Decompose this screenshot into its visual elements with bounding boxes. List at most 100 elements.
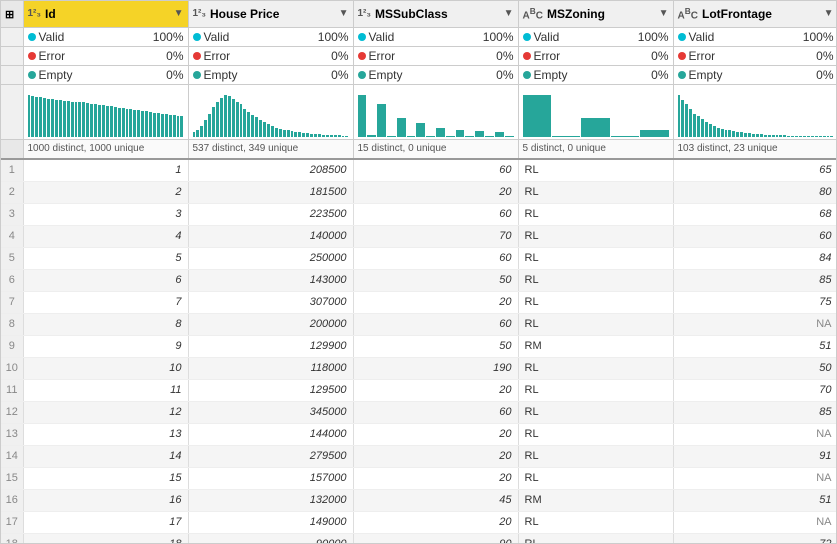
error-label-id: Error <box>39 49 151 63</box>
data-cell: 50 <box>673 357 837 379</box>
data-cell: 51 <box>673 335 837 357</box>
data-cell: 3 <box>23 203 188 225</box>
row-num-header: ⊞ <box>1 1 23 27</box>
data-cell: 307000 <box>188 291 353 313</box>
chart-lotfrontage <box>673 84 837 139</box>
stats-valid-row: Valid 100% Valid 100% Valid 100% <box>1 27 837 46</box>
table-row: 4414000070RL60 <box>1 225 837 247</box>
valid-dot-id <box>28 33 36 41</box>
valid-pct-subclass: 100% <box>483 30 514 44</box>
data-cell: RL <box>518 159 673 181</box>
table-row: 18189000090RL72 <box>1 533 837 544</box>
valid-label-id: Valid <box>39 30 150 44</box>
empty-pct-price: 0% <box>319 68 349 82</box>
table-row: 111112950020RL70 <box>1 379 837 401</box>
data-cell: RL <box>518 247 673 269</box>
data-cell: 20 <box>353 423 518 445</box>
col-name-id: Id <box>45 7 174 21</box>
col-type-houseprice: 1²₃ <box>193 8 207 19</box>
row-number: 11 <box>1 379 23 401</box>
column-header-lotfrontage[interactable]: ABC LotFrontage ▼ <box>673 1 837 27</box>
column-header-mszoning[interactable]: ABC MSZoning ▼ <box>518 1 673 27</box>
row-number: 18 <box>1 533 23 544</box>
data-cell: 70 <box>353 225 518 247</box>
zoning-valid-stat: Valid 100% <box>518 27 673 46</box>
data-cell: 181500 <box>188 181 353 203</box>
data-cell: 60 <box>353 247 518 269</box>
id-error-stat: Error 0% <box>23 46 188 65</box>
column-header-mssubclass[interactable]: 1²₃ MSSubClass ▼ <box>353 1 518 27</box>
empty-dot-price <box>193 71 201 79</box>
data-cell: 75 <box>673 291 837 313</box>
data-cell: 5 <box>23 247 188 269</box>
data-cell: RL <box>518 467 673 489</box>
data-cell: 144000 <box>188 423 353 445</box>
valid-label-subclass: Valid <box>369 30 480 44</box>
row-number: 10 <box>1 357 23 379</box>
data-cell: 223500 <box>188 203 353 225</box>
distinct-id: 1000 distinct, 1000 unique <box>23 139 188 159</box>
data-cell: 20 <box>353 291 518 313</box>
col-dropdown-mssubclass[interactable]: ▼ <box>504 8 514 19</box>
row-number: 2 <box>1 181 23 203</box>
data-cell: 129900 <box>188 335 353 357</box>
column-header-id[interactable]: 1²₃ Id ▼ <box>23 1 188 27</box>
distinct-mszoning: 5 distinct, 0 unique <box>518 139 673 159</box>
table-row: 9912990050RM51 <box>1 335 837 357</box>
data-cell: RL <box>518 181 673 203</box>
empty-dot-id <box>28 71 36 79</box>
data-cell: 70 <box>673 379 837 401</box>
price-empty-stat: Empty 0% <box>188 65 353 84</box>
empty-dot-frontage <box>678 71 686 79</box>
col-name-mszoning: MSZoning <box>547 7 659 21</box>
col-dropdown-mszoning[interactable]: ▼ <box>659 8 669 19</box>
col-dropdown-lotfrontage[interactable]: ▼ <box>824 8 834 19</box>
empty-label-zoning: Empty <box>534 68 636 82</box>
frontage-empty-stat: Empty 0% <box>673 65 837 84</box>
data-cell: 18 <box>23 533 188 544</box>
data-cell: 190 <box>353 357 518 379</box>
data-cell: 12 <box>23 401 188 423</box>
data-cell: 143000 <box>188 269 353 291</box>
col-dropdown-houseprice[interactable]: ▼ <box>339 8 349 19</box>
data-cell: RL <box>518 269 673 291</box>
data-cell: NA <box>673 313 837 335</box>
row-number: 16 <box>1 489 23 511</box>
data-cell: 65 <box>673 159 837 181</box>
valid-pct-zoning: 100% <box>638 30 669 44</box>
empty-dot-zoning <box>523 71 531 79</box>
data-cell: 200000 <box>188 313 353 335</box>
data-cell: RM <box>518 335 673 357</box>
col-type-id: 1²₃ <box>28 8 42 19</box>
error-label-price: Error <box>204 49 316 63</box>
valid-pct-price: 100% <box>318 30 349 44</box>
frontage-valid-stat: Valid 100% <box>673 27 837 46</box>
empty-label-frontage: Empty <box>689 68 801 82</box>
subclass-error-stat: Error 0% <box>353 46 518 65</box>
valid-dot-subclass <box>358 33 366 41</box>
error-pct-price: 0% <box>319 49 349 63</box>
col-dropdown-id[interactable]: ▼ <box>174 8 184 19</box>
error-dot-price <box>193 52 201 60</box>
row-number: 8 <box>1 313 23 335</box>
row-number: 14 <box>1 445 23 467</box>
empty-pct-frontage: 0% <box>804 68 834 82</box>
data-cell: 9 <box>23 335 188 357</box>
data-cell: 80 <box>673 181 837 203</box>
error-label-frontage: Error <box>689 49 801 63</box>
stats-error-row: Error 0% Error 0% Error 0% <box>1 46 837 65</box>
error-pct-zoning: 0% <box>639 49 669 63</box>
error-dot-frontage <box>678 52 686 60</box>
data-cell: 13 <box>23 423 188 445</box>
empty-pct-zoning: 0% <box>639 68 669 82</box>
row-number: 15 <box>1 467 23 489</box>
data-cell: 20 <box>353 181 518 203</box>
stats-empty-row: Empty 0% Empty 0% Empty 0% <box>1 65 837 84</box>
data-cell: RL <box>518 533 673 544</box>
row-number: 12 <box>1 401 23 423</box>
col-name-houseprice: House Price <box>210 7 339 21</box>
row-number: 17 <box>1 511 23 533</box>
column-header-row: ⊞ 1²₃ Id ▼ 1²₃ House Price ▼ <box>1 1 837 27</box>
column-header-houseprice[interactable]: 1²₃ House Price ▼ <box>188 1 353 27</box>
error-dot-id <box>28 52 36 60</box>
